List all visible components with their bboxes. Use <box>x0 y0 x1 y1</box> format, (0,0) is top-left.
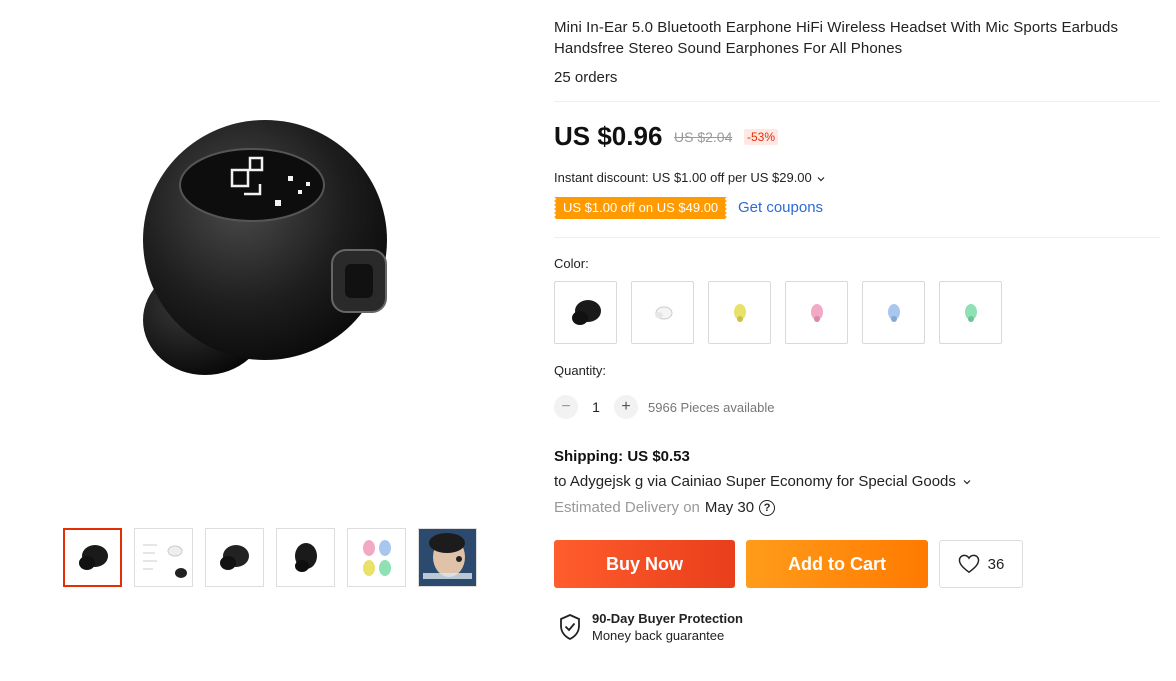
color-option-green[interactable] <box>939 281 1002 344</box>
discount-badge: -53% <box>744 129 779 145</box>
delivery-label: Estimated Delivery on <box>554 499 700 516</box>
buy-now-button[interactable]: Buy Now <box>554 540 735 588</box>
wishlist-button[interactable]: 36 <box>939 540 1023 588</box>
buyer-protection: 90-Day Buyer Protection Money back guara… <box>558 610 743 644</box>
color-option-black[interactable] <box>554 281 617 344</box>
quantity-label: Quantity: <box>554 363 607 378</box>
estimated-delivery: Estimated Delivery on May 30 ? <box>554 499 776 516</box>
chevron-down-icon <box>817 176 825 181</box>
thumbnail-black-earbud[interactable] <box>63 528 122 587</box>
instant-discount-text: Instant discount: US $1.00 off per US $2… <box>554 170 812 185</box>
thumbnail-black-earbud-side[interactable] <box>205 528 264 587</box>
divider <box>554 237 1160 238</box>
divider <box>554 101 1160 102</box>
wishlist-count: 36 <box>987 555 1005 573</box>
quantity-decrease-button[interactable]: − <box>554 395 578 419</box>
protection-subtitle: Money back guarantee <box>592 628 725 643</box>
thumbnail-black-earbud-top[interactable] <box>276 528 335 587</box>
color-options <box>554 281 1002 344</box>
pieces-available: 5966 Pieces available <box>648 399 775 415</box>
quantity-value[interactable]: 1 <box>578 399 614 415</box>
product-title: Mini In-Ear 5.0 Bluetooth Earphone HiFi … <box>554 19 1119 57</box>
shield-check-icon <box>560 614 580 641</box>
protection-title: 90-Day Buyer Protection <box>592 611 743 626</box>
coupon-tag[interactable]: US $1.00 off on US $49.00 <box>551 197 730 219</box>
quantity-increase-button[interactable]: + <box>614 395 638 419</box>
order-count: 25 orders <box>554 69 618 86</box>
question-circle-icon[interactable]: ? <box>759 499 776 516</box>
color-label: Color: <box>554 256 589 271</box>
heart-icon <box>958 554 979 574</box>
color-option-blue[interactable] <box>862 281 925 344</box>
original-price: US $2.04 <box>674 129 733 145</box>
color-option-yellow[interactable] <box>708 281 771 344</box>
delivery-date: May 30 <box>704 499 755 516</box>
add-to-cart-button[interactable]: Add to Cart <box>746 540 928 588</box>
shipping-route-text: to Adygejsk g via Cainiao Super Economy … <box>554 473 956 490</box>
thumbnail-spec-sheet[interactable] <box>134 528 193 587</box>
shipping-cost: Shipping: US $0.53 <box>554 448 690 465</box>
color-option-pink[interactable] <box>785 281 848 344</box>
chevron-down-icon <box>963 480 971 485</box>
main-product-image[interactable] <box>60 60 480 460</box>
shipping-route[interactable]: to Adygejsk g via Cainiao Super Economy … <box>554 473 971 490</box>
current-price: US $0.96 <box>554 121 663 151</box>
instant-discount[interactable]: Instant discount: US $1.00 off per US $2… <box>554 170 825 185</box>
thumbnail-color-variants[interactable] <box>347 528 406 587</box>
thumbnail-strip <box>63 528 477 587</box>
quantity-stepper: − 1 + 5966 Pieces available <box>554 395 774 419</box>
thumbnail-wearing-photo[interactable] <box>418 528 477 587</box>
get-coupons-link[interactable]: Get coupons <box>738 199 823 216</box>
color-option-white[interactable] <box>631 281 694 344</box>
